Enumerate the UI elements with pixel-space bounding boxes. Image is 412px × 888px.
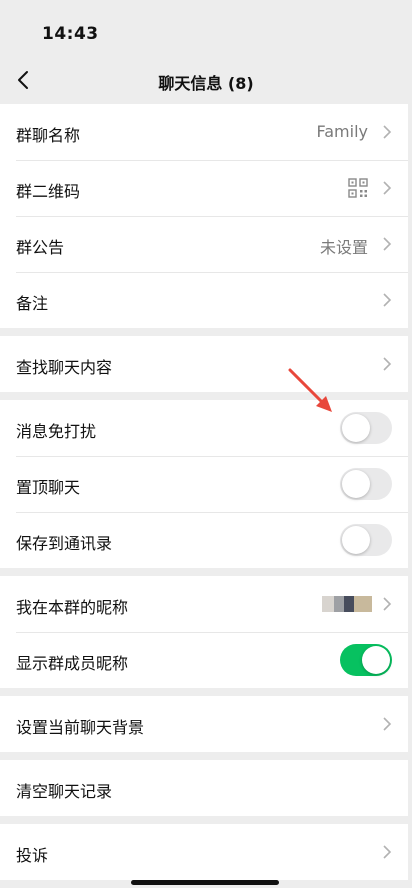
clear-history-label: 清空聊天记录 (16, 782, 113, 801)
show-member-names-row: 显示群成员昵称 (0, 632, 408, 688)
group-notice-label: 群公告 (16, 238, 65, 257)
blurred-nickname (322, 596, 372, 612)
home-indicator (131, 880, 279, 885)
show-member-names-toggle[interactable] (340, 644, 392, 676)
chevron-right-icon (383, 357, 392, 371)
chevron-right-icon (383, 237, 392, 251)
group-qr-row[interactable]: 群二维码 (0, 160, 408, 216)
chevron-right-icon (383, 181, 392, 195)
set-background-label: 设置当前聊天背景 (16, 718, 145, 737)
complain-section: 投诉 (0, 824, 408, 880)
save-contacts-row: 保存到通讯录 (0, 512, 408, 568)
annotation-arrow-icon (288, 368, 332, 412)
page-title: 聊天信息 (8) (158, 74, 254, 93)
chevron-right-icon (383, 845, 392, 859)
chevron-right-icon (383, 293, 392, 307)
sticky-label: 置顶聊天 (16, 478, 81, 497)
complain-label: 投诉 (16, 846, 49, 865)
remark-label: 备注 (16, 294, 49, 313)
show-member-names-label: 显示群成员昵称 (16, 654, 129, 673)
group-notice-value: 未设置 (319, 238, 368, 257)
mute-label: 消息免打扰 (16, 422, 97, 441)
my-nickname-row[interactable]: 我在本群的昵称 (0, 576, 408, 632)
save-contacts-label: 保存到通讯录 (16, 534, 113, 553)
group-qr-label: 群二维码 (16, 182, 81, 201)
nav-bar: 聊天信息 (8) (0, 64, 412, 102)
group-notice-row[interactable]: 群公告 未设置 (0, 216, 408, 272)
remark-row[interactable]: 备注 (0, 272, 408, 328)
search-content-row[interactable]: 查找聊天内容 (0, 336, 408, 392)
chevron-right-icon (383, 125, 392, 139)
toggle-section: 消息免打扰 置顶聊天 保存到通讯录 (0, 400, 408, 568)
group-name-row[interactable]: 群聊名称 Family (0, 104, 408, 160)
my-nickname-label: 我在本群的昵称 (16, 598, 129, 617)
save-contacts-toggle[interactable] (340, 524, 392, 556)
nickname-section: 我在本群的昵称 显示群成员昵称 (0, 576, 408, 688)
search-content-label: 查找聊天内容 (16, 358, 113, 377)
clear-history-section: 清空聊天记录 (0, 760, 408, 816)
group-info-section: 群聊名称 Family 群二维码 群公告 未设置 备注 (0, 104, 408, 328)
qr-code-icon (348, 178, 368, 198)
chevron-right-icon (383, 717, 392, 731)
mute-toggle[interactable] (340, 412, 392, 444)
search-section: 查找聊天内容 (0, 336, 408, 392)
sticky-row: 置顶聊天 (0, 456, 408, 512)
set-background-row[interactable]: 设置当前聊天背景 (0, 696, 408, 752)
chevron-right-icon (383, 597, 392, 611)
complain-row[interactable]: 投诉 (0, 824, 408, 880)
group-name-label: 群聊名称 (16, 126, 81, 145)
group-name-value: Family (316, 122, 368, 141)
sticky-toggle[interactable] (340, 468, 392, 500)
background-section: 设置当前聊天背景 (0, 696, 408, 752)
status-time: 14:43 (42, 24, 99, 44)
status-bar: 14:43 (0, 0, 412, 64)
mute-row: 消息免打扰 (0, 400, 408, 456)
clear-history-row[interactable]: 清空聊天记录 (0, 760, 408, 816)
